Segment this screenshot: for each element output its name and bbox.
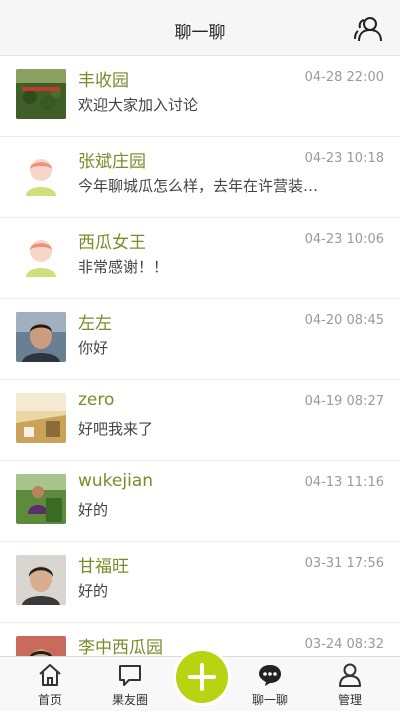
home-icon: [39, 664, 61, 686]
chat-name: 丰收园: [78, 71, 129, 91]
chat-item[interactable]: 张斌庄园 04-23 10:18 今年聊城瓜怎么样，去年在许营装…: [0, 137, 400, 218]
tab-chat[interactable]: 聊一聊: [230, 657, 310, 711]
avatar: [16, 555, 66, 605]
chat-item[interactable]: 左左 04-20 08:45 你好: [0, 299, 400, 380]
chat-time: 04-19 08:27: [304, 394, 384, 409]
chat-name: 李中西瓜园: [78, 638, 163, 656]
chat-time: 04-23 10:06: [304, 232, 384, 247]
chat-item[interactable]: 西瓜女王 04-23 10:06 非常感谢！！: [0, 218, 400, 299]
avatar: [16, 636, 66, 656]
avatar: [16, 474, 66, 524]
chat-message: 非常感谢！！: [78, 258, 169, 276]
tab-home[interactable]: 首页: [10, 657, 90, 711]
chat-message: 好吧我来了: [78, 420, 154, 438]
chat-time: 03-24 08:32: [304, 637, 384, 652]
tab-label: 聊一聊: [251, 693, 288, 707]
chat-name: 左左: [78, 314, 112, 334]
chat-name: wukejian: [78, 471, 154, 491]
avatar: [16, 312, 66, 362]
chat-time: 04-20 08:45: [304, 313, 384, 328]
avatar: [16, 150, 66, 200]
add-button[interactable]: [176, 651, 228, 703]
chat-name: zero: [78, 390, 115, 410]
chat-item[interactable]: zero 04-19 08:27 好吧我来了: [0, 380, 400, 461]
page-title: 聊一聊: [174, 23, 226, 43]
tab-moments[interactable]: 果友圈: [90, 657, 170, 711]
tab-label: 果友圈: [111, 693, 148, 707]
chat-time: 04-28 22:00: [304, 70, 384, 85]
chat-item[interactable]: 甘福旺 03-31 17:56 好的: [0, 542, 400, 623]
chat-message: 好的: [78, 582, 109, 600]
contacts-icon[interactable]: [354, 16, 382, 42]
chat-name: 西瓜女王: [78, 233, 146, 253]
tab-label: 首页: [37, 693, 62, 707]
chat-message: 今年聊城瓜怎么样，去年在许营装…: [78, 177, 319, 195]
chat-message: 好的: [78, 501, 109, 519]
chat-item[interactable]: 丰收园 04-28 22:00 欢迎大家加入讨论: [0, 56, 400, 137]
person-icon: [339, 663, 361, 687]
chat-time: 04-13 11:16: [304, 475, 384, 490]
chat-bubble-icon: [119, 665, 141, 686]
chat-time: 03-31 17:56: [304, 556, 384, 571]
chat-name: 张斌庄园: [78, 152, 146, 172]
header: 聊一聊: [0, 0, 400, 56]
chat-message: 你好: [78, 339, 109, 357]
plus-icon: [188, 663, 216, 691]
avatar: [16, 69, 66, 119]
chat-time: 04-23 10:18: [304, 151, 384, 166]
chat-message: 欢迎大家加入讨论: [78, 96, 199, 114]
tab-label: 管理: [337, 693, 362, 707]
chat-item[interactable]: wukejian 04-13 11:16 好的: [0, 461, 400, 542]
message-dots-icon: [259, 665, 281, 686]
chat-name: 甘福旺: [78, 557, 129, 577]
tab-bar: 首页 果友圈 聊一聊 管理: [0, 651, 400, 711]
avatar: [16, 393, 66, 443]
chat-list: 丰收园 04-28 22:00 欢迎大家加入讨论 张斌庄园 04-23 10:1…: [0, 56, 400, 656]
avatar: [16, 231, 66, 281]
tab-manage[interactable]: 管理: [310, 657, 390, 711]
